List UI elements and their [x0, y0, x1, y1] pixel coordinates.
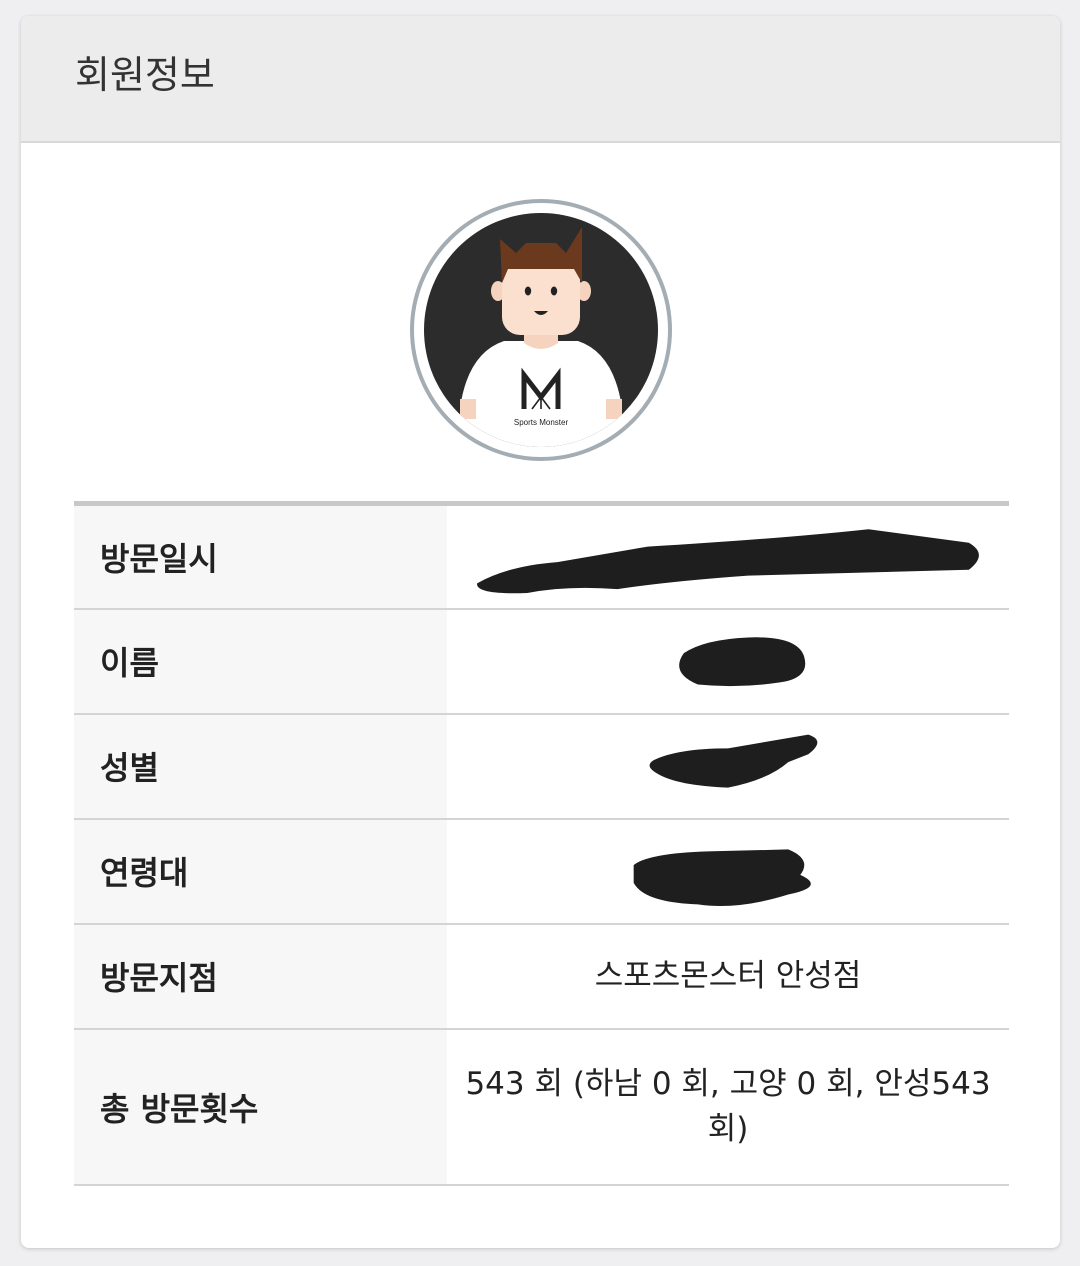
name-label: 이름	[74, 608, 447, 714]
visit-datetime-value	[447, 504, 1009, 609]
visit-branch-label: 방문지점	[74, 923, 447, 1029]
shirt-brand-text: Sports Monster	[514, 418, 569, 427]
age-group-label: 연령대	[74, 818, 447, 924]
member-info-card: 회원정보 Sports Monster 방문일시 이름 성별 연령대 방문지점 …	[21, 16, 1060, 1248]
total-visits-value: 543 회 (하남 0 회, 고양 0 회, 안성543 회)	[465, 1065, 991, 1147]
table-row: 성별	[74, 713, 1009, 819]
table-row: 이름	[74, 608, 1009, 714]
redaction-mark	[649, 734, 818, 788]
visit-datetime-label: 방문일시	[74, 503, 447, 609]
age-group-value	[447, 819, 1009, 924]
table-row: 방문일시	[74, 503, 1009, 609]
gender-label: 성별	[74, 713, 447, 819]
table-row: 방문지점 스포츠몬스터 안성점	[74, 923, 1009, 1029]
avatar: Sports Monster	[410, 199, 672, 461]
card-header: 회원정보	[21, 16, 1060, 143]
name-value	[447, 609, 1009, 714]
table-row: 연령대	[74, 818, 1009, 924]
gender-value	[447, 714, 1009, 819]
avatar-image: Sports Monster	[424, 213, 658, 447]
redaction-mark	[633, 848, 811, 906]
table-row: 총 방문횟수 543 회 (하남 0 회, 고양 0 회, 안성543 회)	[74, 1028, 1009, 1185]
member-info-table: 방문일시 이름 성별 연령대 방문지점 스포츠몬스터 안성점 총 방문횟수 54…	[74, 501, 1009, 1186]
card-title: 회원정보	[75, 53, 215, 97]
redaction-mark	[477, 529, 979, 594]
visit-branch-value: 스포츠몬스터 안성점	[594, 957, 862, 994]
redaction-mark	[679, 636, 806, 686]
total-visits-label: 총 방문횟수	[74, 1028, 447, 1185]
avatar-illustration: Sports Monster	[460, 227, 622, 447]
